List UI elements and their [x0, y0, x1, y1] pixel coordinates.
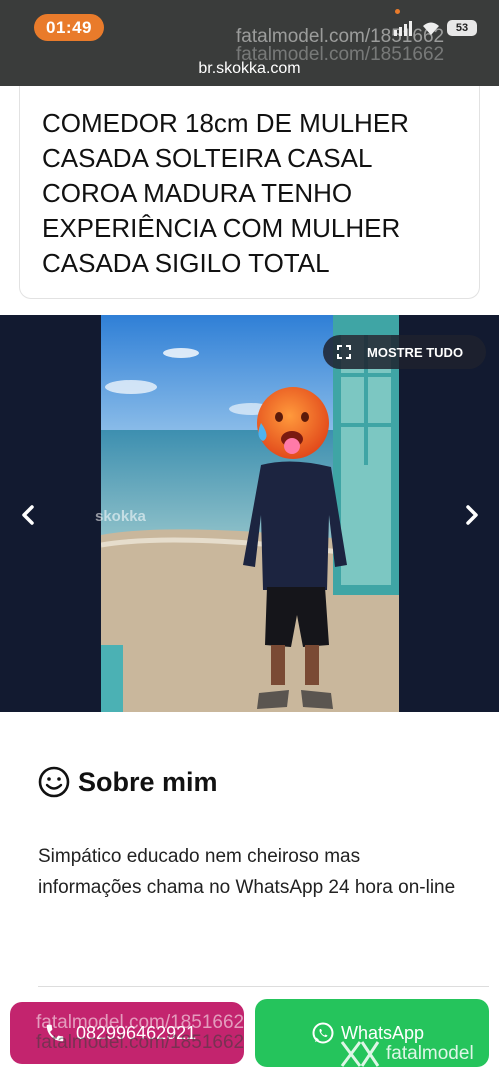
watermark-bottom-shadow: fatalmodel.com/1851662 [36, 1032, 245, 1053]
show-all-button[interactable]: MOSTRE TUDO [323, 335, 486, 369]
chevron-right-icon [466, 505, 478, 525]
listing-title: COMEDOR 18cm DE MULHER CASADA SOLTEIRA C… [42, 108, 409, 278]
gallery-prev-button[interactable] [13, 500, 43, 530]
divider [38, 986, 489, 987]
chevron-left-icon [22, 505, 34, 525]
status-bar: 01:49 fatalmodel.com/1851662 fatalmodel.… [0, 0, 499, 86]
signal-icon [394, 21, 412, 36]
show-all-label: MOSTRE TUDO [367, 344, 464, 360]
browser-url[interactable]: br.skokka.com [0, 60, 499, 78]
privacy-dot [395, 9, 400, 14]
about-text: Simpático educado nem cheiroso mas infor… [38, 846, 456, 898]
watermark-bottom: fatalmodel.com/1851662 [36, 1012, 245, 1033]
fatalmodel-mark-icon [340, 1041, 380, 1067]
expand-icon [337, 345, 351, 359]
fatalmodel-logo-text: fatalmodel [386, 1043, 474, 1064]
about-heading: Sobre mim [38, 766, 218, 798]
gallery-next-button[interactable] [457, 500, 487, 530]
about-heading-label: Sobre mim [78, 766, 218, 797]
fatalmodel-logo: fatalmodel [340, 1040, 474, 1068]
title-card: COMEDOR 18cm DE MULHER CASADA SOLTEIRA C… [19, 86, 480, 299]
wifi-icon [423, 22, 439, 35]
status-time: 01:49 [34, 14, 104, 41]
skokka-watermark: skokka [95, 508, 146, 525]
battery-icon: 53 [447, 20, 477, 36]
whatsapp-icon [312, 1022, 334, 1044]
system-icons: 53 [393, 20, 477, 36]
photo-gallery[interactable]: skokka [0, 315, 499, 712]
smile-icon [38, 766, 70, 798]
